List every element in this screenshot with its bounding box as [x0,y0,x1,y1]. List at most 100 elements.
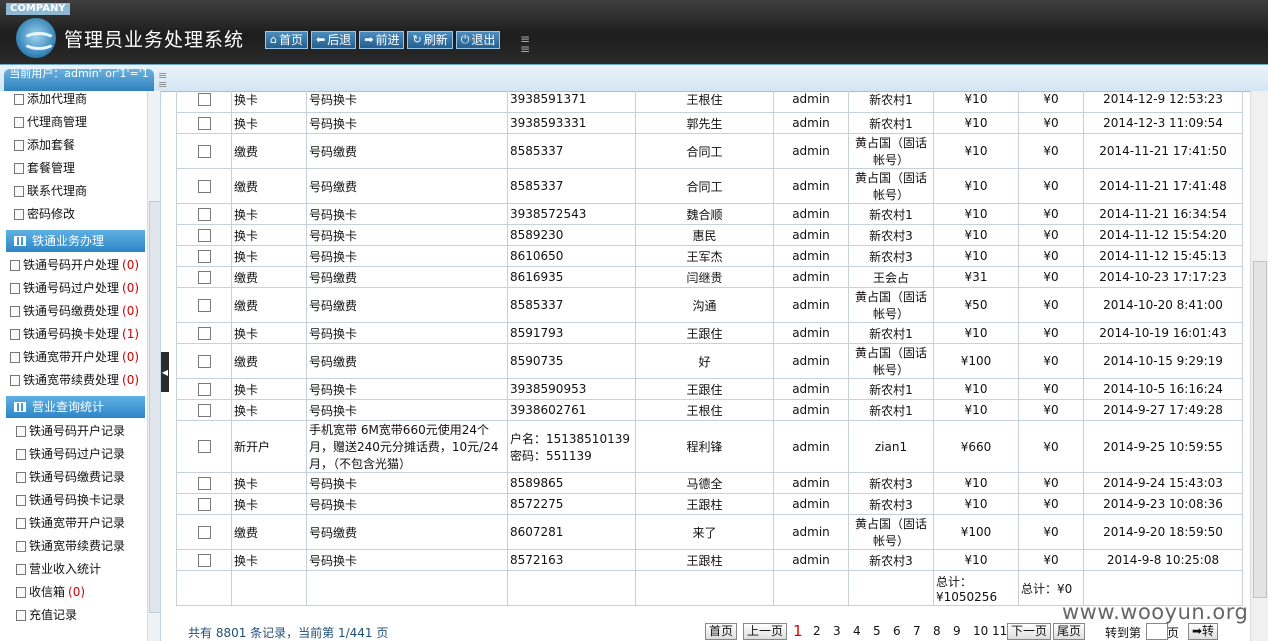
cell-agent: 新农村3 [848,224,934,246]
page-link-10[interactable]: 10 [973,624,988,638]
sidebar-item-label: 铁通号码开户记录 [29,424,126,438]
last-page-button[interactable]: 尾页 [1053,623,1086,640]
cell-item: 号码换卡 [306,399,508,421]
cell-type: 新开户 [231,420,307,473]
sidebar-item-section1-1[interactable]: 铁通号码过户处理 (0) [10,277,139,299]
sidebar-item-4[interactable]: 联系代理商 [14,180,87,202]
next-page-button[interactable]: 下一页 [1007,623,1052,640]
sidebar-item-section1-5[interactable]: 铁通宽带续费处理 (0) [10,369,139,391]
go-button[interactable]: ➡转 [1188,623,1219,640]
row-checkbox[interactable] [197,553,211,567]
row-checkbox[interactable] [197,179,211,193]
nav-button-1[interactable]: ⬅ 后退 [311,31,357,49]
cell-number: 3938590953 [507,378,636,400]
total-amount: 总计：¥1050256 [933,570,1019,606]
cell-number: 8616935 [507,266,636,288]
row-checkbox[interactable] [197,207,211,221]
page-link-11[interactable]: 11 [992,624,1007,638]
cell-op: admin [773,420,849,473]
cell-time: 2014-9-24 15:43:03 [1083,472,1243,494]
page-link-3[interactable]: 3 [833,624,841,638]
main-scrollbar[interactable] [1250,91,1268,641]
menu-icon[interactable]: ≡ ≡ [520,33,530,55]
sidebar-item-section2-1[interactable]: 铁通号码过户记录 [16,443,125,465]
row-checkbox[interactable] [197,270,211,284]
row-checkbox[interactable] [197,525,211,539]
cell-time: 2014-10-19 16:01:43 [1083,322,1243,344]
sidebar-section-section1[interactable]: 铁通业务办理 [6,230,145,252]
page-link-5[interactable]: 5 [873,624,881,638]
nav-button-3[interactable]: ↻ 刷新 [407,31,453,49]
sidebar-item-section2-8[interactable]: 充值记录 [16,604,77,626]
cell-amount: ¥10 [933,203,1019,225]
row-checkbox[interactable] [197,298,211,312]
row-checkbox[interactable] [197,440,211,453]
prev-page-button[interactable]: 上一页 [743,623,788,640]
first-page-button[interactable]: 首页 [705,623,738,640]
cell-time: 2014-10-15 9:29:19 [1083,343,1243,379]
sidebar-item-section2-0[interactable]: 铁通号码开户记录 [16,420,125,442]
cell-amount: ¥660 [933,420,1019,473]
nav-button-2[interactable]: ➡ 前进 [359,31,405,49]
sidebar-scrollbar[interactable] [147,91,160,641]
row-checkbox[interactable] [197,382,211,396]
cell-amount: ¥10 [933,224,1019,246]
row-checkbox[interactable] [197,326,211,340]
sidebar-item-section2-7[interactable]: 收信箱 (0) [16,581,85,603]
sidebar-item-label: 铁通号码过户处理 [23,281,120,295]
cell-fee: ¥0 [1018,168,1084,204]
sidebar-item-3[interactable]: 套餐管理 [14,157,75,179]
goto-page-input[interactable] [1146,623,1168,640]
total-cell [507,570,636,606]
row-checkbox[interactable] [197,354,211,368]
sidebar-item-1[interactable]: 代理商管理 [14,111,87,133]
cell-op: admin [773,378,849,400]
row-checkbox[interactable] [197,497,211,511]
document-icon [16,540,26,552]
row-checkbox[interactable] [197,403,211,417]
sidebar-item-section2-6[interactable]: 营业收入统计 [16,558,101,580]
page-link-4[interactable]: 4 [853,624,861,638]
cell-item: 号码缴费 [306,133,508,169]
sidebar-item-section2-3[interactable]: 铁通号码换卡记录 [16,489,125,511]
checkbox-cell [176,266,232,288]
cell-time: 2014-11-12 15:54:20 [1083,224,1243,246]
back-icon: ⬅ [316,33,326,46]
page-link-2[interactable]: 2 [813,624,821,638]
sidebar-item-2[interactable]: 添加套餐 [14,134,75,156]
cell-item: 号码缴费 [306,343,508,379]
row-checkbox[interactable] [197,116,211,130]
collapse-sidebar-icon[interactable]: ◀ [161,352,169,392]
checkbox-cell [176,322,232,344]
page-link-6[interactable]: 6 [893,624,901,638]
nav-button-0[interactable]: ⌂ 首页 [265,31,308,49]
row-checkbox[interactable] [197,92,211,106]
page-link-8[interactable]: 8 [933,624,941,638]
sidebar-item-section1-2[interactable]: 铁通号码缴费处理 (0) [10,300,139,322]
row-checkbox[interactable] [197,228,211,242]
table-row: 换卡 号码换卡 3938593331 郭先生 admin 新农村1 ¥10 ¥0 2014-12… [176,112,1243,134]
sidebar-item-section2-4[interactable]: 铁通宽带开户记录 [16,512,125,534]
row-checkbox[interactable] [197,144,211,158]
sidebar-item-section2-5[interactable]: 铁通宽带续费记录 [16,535,125,557]
sidebar-item-section2-2[interactable]: 铁通号码缴费记录 [16,466,125,488]
sidebar-item-section1-4[interactable]: 铁通宽带开户处理 (0) [10,346,139,368]
cell-number: 8610650 [507,245,636,267]
cell-number: 8585337 [507,133,636,169]
page-link-1[interactable]: 1 [793,622,803,640]
row-checkbox[interactable] [197,249,211,263]
main-scroll-thumb[interactable] [1253,261,1267,598]
sidebar-item-0[interactable]: 添加代理商 [14,91,87,110]
sidebar-item-section1-3[interactable]: 铁通号码换卡处理 (1) [10,323,139,345]
nav-button-4[interactable]: ⏻ 退出 [455,31,501,49]
cell-item: 号码缴费 [306,287,508,323]
sidebar-item-5[interactable]: 密码修改 [14,203,75,225]
sidebar-scroll-thumb[interactable] [149,201,160,613]
sidebar-item-label: 铁通宽带续费记录 [29,539,126,553]
row-checkbox[interactable] [197,476,211,490]
page-link-9[interactable]: 9 [953,624,961,638]
cell-fee: ¥0 [1018,472,1084,494]
sidebar-item-section1-0[interactable]: 铁通号码开户处理 (0) [10,254,139,276]
page-link-7[interactable]: 7 [913,624,921,638]
sidebar-section-section2[interactable]: 营业查询统计 [6,396,145,418]
